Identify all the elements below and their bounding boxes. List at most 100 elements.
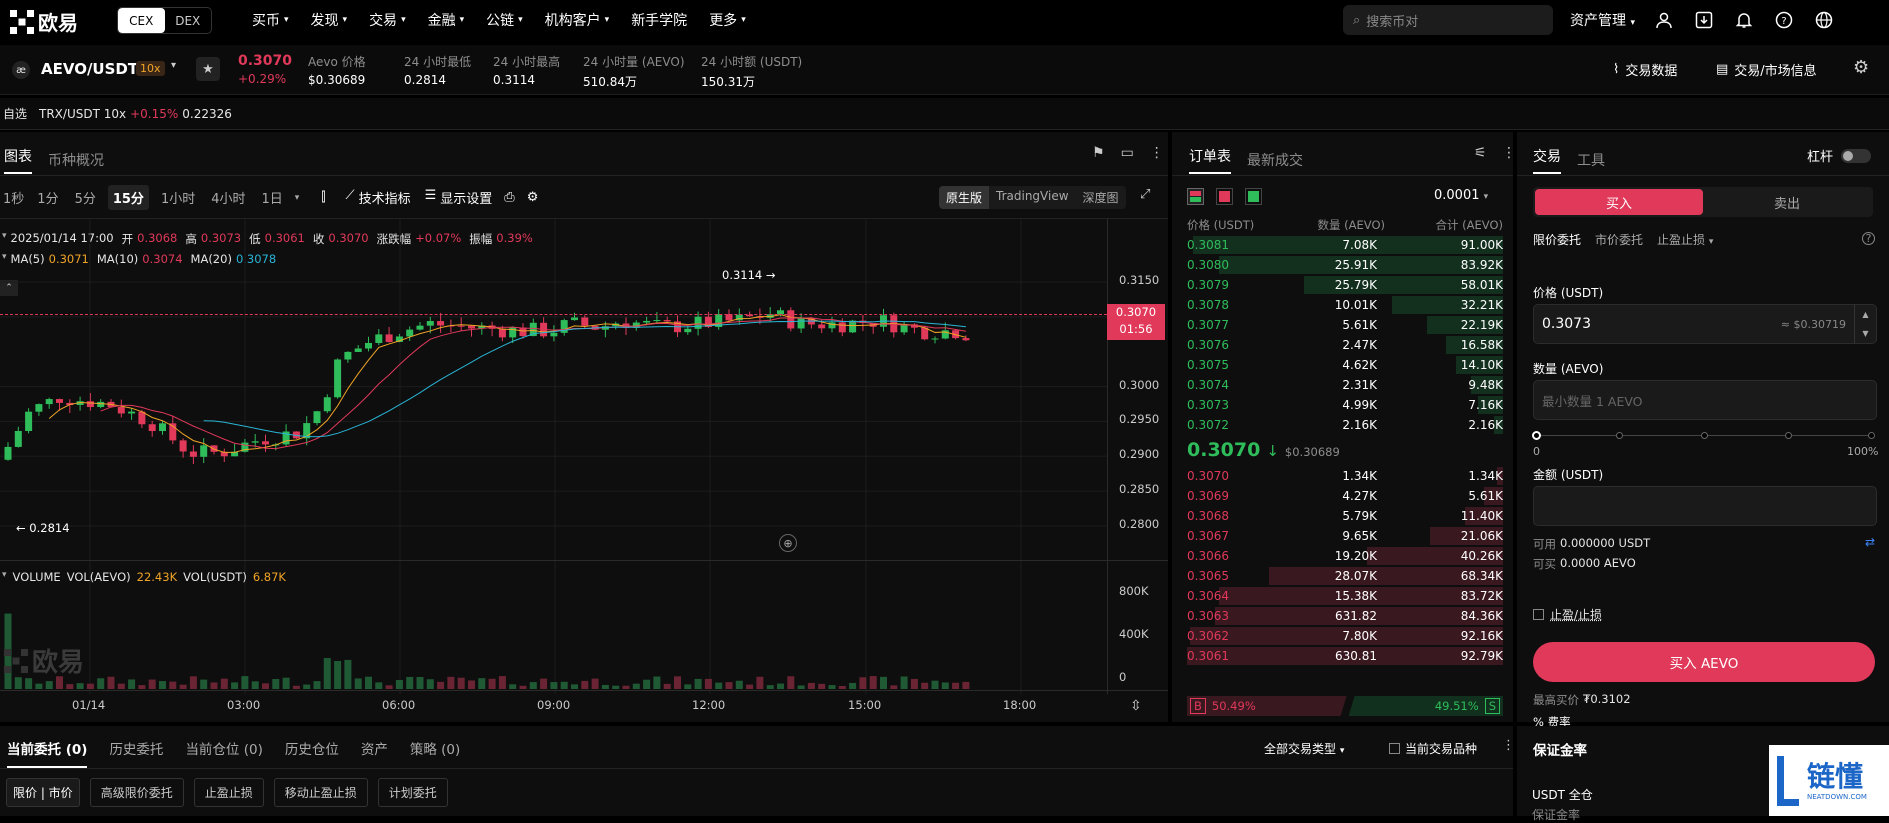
interval-1m[interactable]: 1分 [33,185,62,210]
asset-management-menu[interactable]: 资产管理 ▾ [1570,10,1635,30]
ask-row[interactable]: 0.3079 25.79K 58.01K [1187,275,1503,295]
expand-icon[interactable]: ⤢ [1140,187,1150,202]
tab-open-orders[interactable]: 当前委托 (0) [7,738,88,768]
tab-positions[interactable]: 当前仓位 (0) [185,738,262,768]
ask-row[interactable]: 0.3080 25.91K 83.92K [1187,255,1503,275]
menu-discover[interactable]: 发现 ▾ [311,10,348,30]
globe-icon[interactable] [1813,9,1835,31]
view-native[interactable]: 原生版 [939,186,990,209]
tab-position-history[interactable]: 历史仓位 [285,738,339,768]
tpsl-checkbox[interactable]: 止盈/止损 [1533,606,1602,623]
display-settings-button[interactable]: ☰ 显示设置 [425,188,493,207]
view-bids-icon[interactable] [1245,188,1262,205]
menu-academy[interactable]: 新手学院 [631,10,687,30]
toggle-switch[interactable] [1841,148,1872,163]
cex-dex-toggle[interactable]: CEX DEX [117,7,212,34]
chevron-down-icon[interactable]: ▾ [295,193,300,203]
tab-tools[interactable]: 工具 [1577,150,1605,170]
pair-name[interactable]: AEVO/USDT [41,60,138,78]
bid-row[interactable]: 0.3065 28.07K 68.34K [1187,566,1503,586]
menu-more[interactable]: 更多 ▾ [709,10,746,30]
quantity-input[interactable]: 最小数量 1 AEVO [1533,380,1877,420]
fullscreen-icon[interactable]: ▭ [1121,145,1134,161]
more-icon[interactable]: ⋮ [1150,145,1164,161]
transfer-icon[interactable]: ⇄ [1865,535,1875,549]
candle-type-icon[interactable]: ⫿ [321,190,325,205]
price-input[interactable]: 0.3073 ≈ $0.30719 ▲ ▼ [1533,304,1877,344]
crosshair-icon[interactable]: ⊕ [779,534,797,552]
help-icon[interactable]: ? [1773,9,1795,31]
brand-logo[interactable]: 欧易 [10,7,78,36]
ask-row[interactable]: 0.3081 7.08K 91.00K [1187,235,1503,255]
gear-icon[interactable]: ⚙ [527,190,539,205]
subtab-trailing[interactable]: 移动止盈止损 [273,778,368,807]
tab-assets[interactable]: 资产 [361,738,388,768]
bid-row[interactable]: 0.3066 19.20K 40.26K [1187,546,1503,566]
tab-order-history[interactable]: 历史委托 [109,738,163,768]
star-icon[interactable]: ★ [196,57,220,81]
menu-trade[interactable]: 交易 ▾ [369,10,406,30]
bid-row[interactable]: 0.3061 630.81 92.79K [1187,646,1503,666]
view-tradingview[interactable]: TradingView [989,186,1076,209]
indicators-button[interactable]: ⟋ 技术指标 [345,188,410,207]
download-icon[interactable] [1693,9,1715,31]
ask-row[interactable]: 0.3073 4.99K 7.16K [1187,395,1503,415]
order-type-filter[interactable]: 全部交易类型 ▾ [1264,740,1344,757]
market-info-button[interactable]: ▤ 交易/市场信息 [1716,60,1817,79]
menu-chain[interactable]: 公链 ▾ [486,10,523,30]
amount-slider[interactable] [1532,430,1875,442]
user-icon[interactable] [1653,9,1675,31]
tab-strategies[interactable]: 策略 (0) [410,738,460,768]
subtab-plan[interactable]: 计划委托 [377,778,448,807]
interval-5m[interactable]: 5分 [71,185,100,210]
interval-1h[interactable]: 1小时 [157,185,199,210]
view-depth[interactable]: 深度图 [1076,186,1126,209]
more-icon[interactable]: ⋮ [1502,738,1515,753]
interval-1d[interactable]: 1日 [258,185,287,210]
scale-icon[interactable]: ⇳ [1130,698,1142,714]
bid-row[interactable]: 0.3067 9.65K 21.06K [1187,526,1503,546]
tab-latest-trades[interactable]: 最新成交 [1247,150,1303,170]
subtab-limit-market[interactable]: 限价 | 市价 [6,778,80,807]
subtab-tpsl[interactable]: 止盈止损 [193,778,264,807]
interval-1s[interactable]: 1秒 [2,185,25,210]
bid-row[interactable]: 0.3070 1.34K 1.34K [1187,466,1503,486]
submit-buy-button[interactable]: 买入 AEVO [1533,642,1875,682]
view-asks-icon[interactable] [1216,188,1233,205]
dex-button[interactable]: DEX [165,8,212,33]
cex-button[interactable]: CEX [118,8,165,33]
interval-4h[interactable]: 4小时 [207,185,249,210]
tab-trade[interactable]: 交易 [1533,146,1561,174]
favorite-item-trx[interactable]: TRX/USDT 10x +0.15% 0.22326 [39,107,232,121]
bid-row[interactable]: 0.3068 5.79K 11.40K [1187,506,1503,526]
ask-row[interactable]: 0.3074 2.31K 9.48K [1187,375,1503,395]
bell-icon[interactable] [1733,9,1755,31]
ask-row[interactable]: 0.3078 10.01K 32.21K [1187,295,1503,315]
leverage-toggle[interactable]: 杠杆 [1807,146,1872,165]
interval-15m[interactable]: 15分 [107,185,149,210]
bid-row[interactable]: 0.3062 7.80K 92.16K [1187,626,1503,646]
info-icon[interactable]: ? [1862,232,1875,245]
ask-row[interactable]: 0.3076 2.47K 16.58K [1187,335,1503,355]
stepper[interactable]: ▲ ▼ [1854,305,1876,343]
trade-data-button[interactable]: ⌇ 交易数据 [1613,60,1677,79]
order-type-tpsl[interactable]: 止盈止损 ▾ [1657,231,1713,248]
order-type-market[interactable]: 市价委托 [1595,231,1643,248]
snapshot-icon[interactable]: ⎙ [504,190,514,205]
more-icon[interactable]: ⋮ [1502,145,1516,161]
menu-institution[interactable]: 机构客户 ▾ [545,10,610,30]
amount-input[interactable] [1533,486,1877,526]
bid-row[interactable]: 0.3069 4.27K 5.61K [1187,486,1503,506]
order-type-limit[interactable]: 限价委托 [1533,231,1581,248]
tick-size-select[interactable]: 0.0001 ▾ [1434,188,1488,203]
menu-finance[interactable]: 金融 ▾ [428,10,465,30]
subtab-advanced-limit[interactable]: 高级限价委托 [89,778,184,807]
tab-coin-overview[interactable]: 币种概况 [48,150,104,170]
view-both-icon[interactable] [1187,188,1204,205]
settings-icon[interactable]: ⚙ [1853,57,1869,78]
chevron-down-icon[interactable]: ▾ [171,60,176,71]
current-only-checkbox[interactable]: 当前交易品种 [1389,740,1477,757]
menu-buy[interactable]: 买币 ▾ [252,10,289,30]
bid-row[interactable]: 0.3064 15.38K 83.72K [1187,586,1503,606]
buy-tab[interactable]: 买入 [1535,189,1703,215]
